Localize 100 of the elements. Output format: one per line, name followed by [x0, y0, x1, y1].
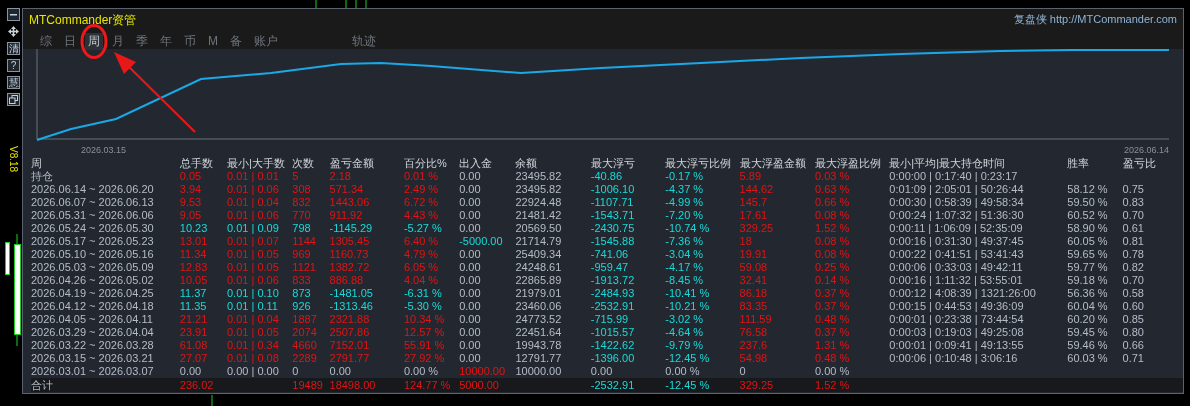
- table-cell: -741.06: [590, 248, 666, 261]
- row-label: 2026.04.12 ~ 2026.04.18: [31, 300, 180, 313]
- table-cell: -3.02 %: [665, 313, 740, 326]
- table-cell: 0:00:01 | 0:09:41 | 49:13:55: [889, 339, 1068, 352]
- move-button[interactable]: [7, 25, 20, 38]
- table-cell: 0.01 | 0.34: [227, 339, 293, 352]
- table-cell: 4.04 %: [403, 274, 460, 287]
- table-cell: 11.34: [179, 248, 227, 261]
- table-cell: 0:00:03 | 0:19:03 | 49:25:08: [889, 326, 1068, 339]
- table-cell: -1396.00: [590, 352, 666, 365]
- table-cell: 2507.86: [329, 326, 404, 339]
- table-cell: 60.04 %: [1067, 300, 1123, 313]
- table-cell: -1481.05: [329, 287, 404, 300]
- table-cell: -4.99 %: [665, 196, 740, 209]
- table-cell: -959.47: [590, 261, 666, 274]
- table-cell-text: 0.00: [459, 352, 482, 365]
- table-cell: 0:00:16 | 0:31:30 | 49:37:45: [889, 235, 1068, 248]
- tab[interactable]: 备: [227, 33, 245, 50]
- table-cell: 0.14 %: [815, 274, 890, 287]
- tab[interactable]: 轨迹: [349, 33, 379, 50]
- tab[interactable]: 综: [37, 33, 55, 50]
- toolbar-button[interactable]: 清: [7, 42, 20, 55]
- table-cell: -4.64 %: [665, 326, 740, 339]
- table-cell: 10000.00: [459, 365, 516, 378]
- table-cell: 1887: [292, 313, 330, 326]
- table-cell: -10.21 %: [665, 300, 740, 313]
- table-cell: 111.59: [739, 313, 815, 326]
- table-cell: 145.7: [739, 196, 815, 209]
- table-cell: 5: [292, 170, 330, 183]
- website-link[interactable]: 复盘侠 http://MTCommander.com: [1013, 11, 1177, 29]
- tab[interactable]: 季: [133, 33, 151, 50]
- annotation-ellipse: [80, 24, 108, 59]
- table-cell: 58.90 %: [1067, 222, 1123, 235]
- table-cell: 0:01:09 | 2:05:01 | 50:26:44: [889, 183, 1068, 196]
- table-cell: 18498.00: [329, 378, 404, 392]
- row-label: 2026.03.22 ~ 2026.03.28: [31, 339, 180, 352]
- table-cell: 144.62: [739, 183, 815, 196]
- table-cell: 10.23: [179, 222, 227, 235]
- table-cell: -3.04 %: [665, 248, 740, 261]
- table-cell: -12.45 %: [665, 378, 740, 392]
- table-cell: 6.05 %: [403, 261, 460, 274]
- tab[interactable]: M: [205, 33, 221, 50]
- table-cell: 0.48 %: [815, 313, 890, 326]
- toolbar-button[interactable]: 慧: [7, 76, 20, 89]
- table-cell: 1305.45: [329, 235, 404, 248]
- table-cell: 59.46 %: [1067, 339, 1123, 352]
- table-cell-text: -5000.00: [459, 235, 504, 248]
- tab[interactable]: 年: [157, 33, 175, 50]
- table-cell: 1443.06: [329, 196, 404, 209]
- table-cell-text: 0.70: [1122, 274, 1145, 287]
- tab[interactable]: 月: [109, 33, 127, 50]
- table-cell: 60.20 %: [1067, 313, 1123, 326]
- table-cell: 0:00:30 | 0:58:39 | 49:58:34: [889, 196, 1068, 209]
- table-cell-text: 0.70: [1122, 209, 1145, 222]
- table-cell: 2.18: [329, 170, 404, 183]
- column-header: 总手数: [179, 157, 227, 170]
- table-cell: 59.18 %: [1067, 274, 1123, 287]
- row-label: 2026.04.19 ~ 2026.04.25: [31, 287, 180, 300]
- table-cell: 0:00:15 | 0:44:53 | 49:36:09: [889, 300, 1068, 313]
- table-cell: -1145.29: [329, 222, 404, 235]
- minimize-button[interactable]: [7, 8, 20, 21]
- table-cell: 54.98: [739, 352, 815, 365]
- toolbar-button[interactable]: ?: [7, 59, 20, 72]
- table-cell-text: 0.58: [1122, 287, 1145, 300]
- table-cell: 0.01 | 0.09: [227, 222, 293, 235]
- tab[interactable]: 周: [85, 33, 103, 50]
- column-header: 百分比%: [403, 157, 460, 170]
- table-cell: 27.92 %: [403, 352, 460, 365]
- table-cell: 0:00:22 | 0:41:51 | 53:41:43: [889, 248, 1068, 261]
- table-cell: 12.83: [179, 261, 227, 274]
- table-cell: 0.00 %: [815, 365, 890, 378]
- table-cell: 1121: [292, 261, 330, 274]
- table-cell: -5.30 %: [403, 300, 460, 313]
- axis-label: 2026.03.15: [81, 145, 127, 155]
- table-cell: 0.01 | 0.10: [227, 287, 293, 300]
- row-label: 2026.05.10 ~ 2026.05.16: [31, 248, 180, 261]
- table-cell: 0.25 %: [815, 261, 890, 274]
- tab[interactable]: 日: [61, 33, 79, 50]
- table-cell-text: 0.61: [1122, 222, 1145, 235]
- table-cell: -12.45 %: [665, 352, 740, 365]
- tab[interactable]: 账户: [251, 33, 281, 50]
- table-cell: -7.36 %: [665, 235, 740, 248]
- table-cell-text: 0.00: [459, 274, 482, 287]
- table-cell: 0.08 %: [815, 248, 890, 261]
- table-cell: -1107.71: [590, 196, 666, 209]
- table-cell: 25409.34: [515, 248, 591, 261]
- table-cell: 124.77 %: [403, 378, 460, 392]
- table-cell: -0.17 %: [665, 170, 740, 183]
- row-label: 2026.04.26 ~ 2026.05.02: [31, 274, 180, 287]
- table-cell: 0.66 %: [815, 196, 890, 209]
- table-cell: 76.58: [739, 326, 815, 339]
- tab[interactable]: 币: [181, 33, 199, 50]
- move-icon: [8, 26, 19, 37]
- table-cell: 24773.52: [515, 313, 591, 326]
- restore-button[interactable]: [7, 93, 20, 106]
- row-label: 2026.05.24 ~ 2026.05.30: [31, 222, 180, 235]
- table-cell: 12.57 %: [403, 326, 460, 339]
- table-cell: 2289: [292, 352, 330, 365]
- table-cell: -1015.57: [590, 326, 666, 339]
- table-cell: 13.01: [179, 235, 227, 248]
